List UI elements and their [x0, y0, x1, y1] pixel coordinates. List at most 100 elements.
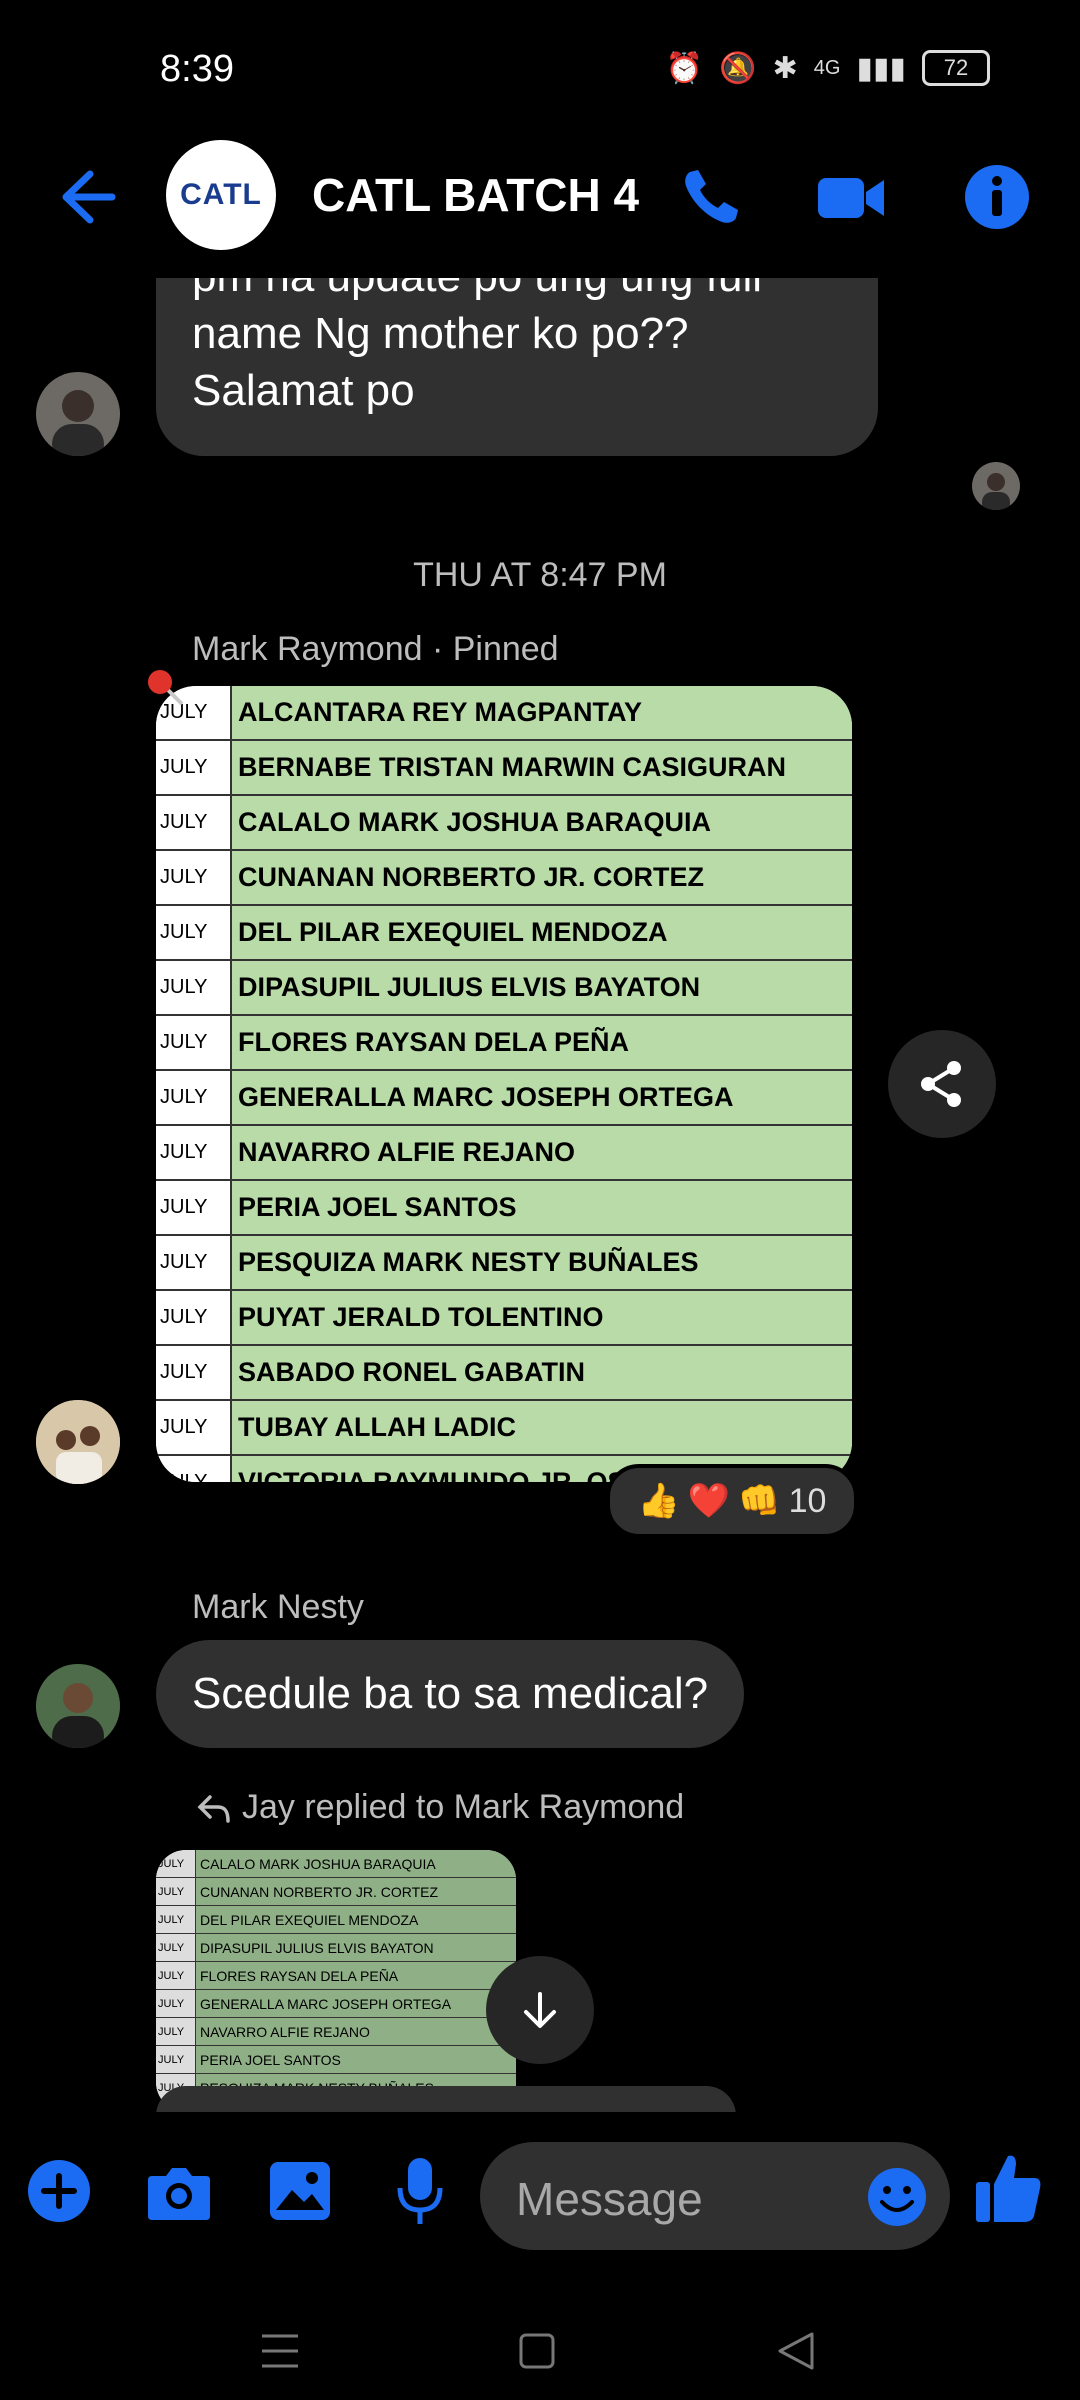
row-month: JULY [156, 2018, 196, 2045]
list-image-row: JULY TUBAY ALLAH LADIC [156, 1401, 852, 1456]
row-name: TUBAY ALLAH LADIC [232, 1401, 852, 1454]
list-image-row: JULY NAVARRO ALFIE REJANO [156, 1126, 852, 1181]
share-button[interactable] [888, 1030, 996, 1138]
row-name: PERIA JOEL SANTOS [232, 1181, 852, 1234]
row-month: JULY [156, 741, 232, 794]
list-image-row: JULY CUNANAN NORBERTO JR. CORTEZ [156, 851, 852, 906]
pin-icon [148, 670, 184, 706]
reply-image[interactable]: JULY CALALO MARK JOSHUA BARAQUIA JULY CUNAN… [156, 1850, 516, 2112]
row-month: JULY [156, 961, 232, 1014]
row-month: JULY [156, 1236, 232, 1289]
list-image-row: JULY PERIA JOEL SANTOS [156, 1181, 852, 1236]
mute-icon: 🔕 [719, 51, 757, 85]
list-image-row: JULY DIPASUPIL JULIUS ELVIS BAYATON [156, 961, 852, 1016]
arrow-down-icon [524, 1992, 556, 2028]
info-icon[interactable] [962, 162, 1032, 232]
row-month: JULY [156, 1401, 232, 1454]
list-image-row: JULY CALALO MARK JOSHUA BARAQUIA [156, 1850, 516, 1878]
message-timestamp: THU AT 8:47 PM [413, 556, 667, 594]
reactions-count: 10 [788, 1481, 827, 1520]
back-nav-icon[interactable] [776, 2330, 816, 2372]
message-bubble[interactable]: Scedule ba to sa medical? [156, 1640, 745, 1748]
plus-icon[interactable] [26, 2158, 92, 2224]
phone-call-icon[interactable] [676, 162, 746, 232]
list-image-row: JULY PUYAT JERALD TOLENTINO [156, 1291, 852, 1346]
row-name: GENERALLA MARC JOSEPH ORTEGA [196, 1990, 516, 2017]
list-image-row: JULY BERNABE TRISTAN MARWIN CASIGURAN [156, 741, 852, 796]
scroll-down-button[interactable] [486, 1956, 594, 2064]
heart-icon: ❤️ [687, 1482, 731, 1520]
row-month: JULY [156, 1071, 232, 1124]
message-input[interactable]: Message [480, 2142, 950, 2250]
read-receipt-avatar [972, 462, 1020, 510]
back-arrow-icon[interactable] [50, 162, 120, 232]
fist-icon: 👊 [738, 1482, 781, 1520]
group-avatar[interactable]: CATL [166, 140, 276, 250]
row-month: JULY [156, 1291, 232, 1344]
row-name: CALALO MARK JOSHUA BARAQUIA [196, 1850, 516, 1877]
reactions-pill[interactable]: 👍 ❤️ 👊 10 [606, 1464, 858, 1538]
row-name: DEL PILAR EXEQUIEL MENDOZA [232, 906, 852, 959]
row-name: DIPASUPIL JULIUS ELVIS BAYATON [196, 1934, 516, 1961]
row-name: FLORES RAYSAN DELA PEÑA [232, 1016, 852, 1069]
row-month: JULY [156, 1990, 196, 2017]
gallery-icon[interactable] [268, 2160, 332, 2222]
list-image-row: JULY SABADO RONEL GABATIN [156, 1346, 852, 1401]
alarm-icon: ⏰ [665, 51, 704, 85]
thumbs-up-icon: 👍 [637, 1482, 680, 1520]
sender-avatar[interactable] [36, 372, 120, 456]
list-image-row: JULY CUNANAN NORBERTO JR. CORTEZ [156, 1878, 516, 1906]
like-icon[interactable] [974, 2152, 1042, 2224]
message-bubble[interactable]: pm na update po ung ung full name Ng mot… [156, 262, 878, 456]
video-call-icon[interactable] [816, 162, 886, 232]
camera-icon[interactable] [146, 2162, 212, 2222]
list-image-row: JULY GENERALLA MARC JOSEPH ORTEGA [156, 1990, 516, 2018]
list-image-row: JULY FLORES RAYSAN DELA PEÑA [156, 1962, 516, 1990]
row-name: CALALO MARK JOSHUA BARAQUIA [232, 796, 852, 849]
pinned-image[interactable]: JULY ALCANTARA REY MAGPANTAY JULY BERNABE T… [156, 686, 852, 1482]
status-icons: ⏰ 🔕 ✱ 4G ▮▮▮ 72 [666, 50, 990, 86]
reply-arrow-icon [197, 1794, 230, 1823]
row-name: DIPASUPIL JULIUS ELVIS BAYATON [232, 961, 852, 1014]
list-image-row: JULY NAVARRO ALFIE REJANO [156, 2018, 516, 2046]
list-image-row: JULY DIPASUPIL JULIUS ELVIS BAYATON [156, 1934, 516, 1962]
list-image-row: JULY GENERALLA MARC JOSEPH ORTEGA [156, 1071, 852, 1126]
reply-label: Jay replied to Mark Raymond [196, 1788, 684, 1827]
pinned-sender-label: Mark Raymond · Pinned [192, 630, 559, 668]
row-name: PESQUIZA MARK NESTY BUÑALES [232, 1236, 852, 1289]
list-image-row: JULY PERIA JOEL SANTOS [156, 2046, 516, 2074]
microphone-icon[interactable] [396, 2156, 444, 2228]
row-month: JULY [156, 1878, 196, 1905]
sender-name: Mark Nesty [192, 1588, 364, 1626]
list-image-row: JULY FLORES RAYSAN DELA PEÑA [156, 1016, 852, 1071]
sender-avatar[interactable] [36, 1664, 120, 1748]
list-image-row: JULY ALCANTARA REY MAGPANTAY [156, 686, 852, 741]
row-month: JULY [156, 1181, 232, 1234]
bluetooth-icon: ✱ [772, 51, 798, 85]
row-name: DEL PILAR EXEQUIEL MENDOZA [196, 1906, 516, 1933]
sender-avatar[interactable] [36, 1400, 120, 1484]
row-month: JULY [156, 1934, 196, 1961]
chat-title[interactable]: CATL BATCH 4 [312, 168, 639, 222]
row-name: GENERALLA MARC JOSEPH ORTEGA [232, 1071, 852, 1124]
row-month: JULY [156, 1906, 196, 1933]
row-name: SABADO RONEL GABATIN [232, 1346, 852, 1399]
home-icon[interactable] [518, 2332, 556, 2370]
list-image-row: JULYPESQUIZA MARK NESTY BUÑALES [156, 1236, 852, 1291]
row-month: JULY [156, 796, 232, 849]
menu-icon[interactable] [260, 2332, 300, 2370]
signal-icon: ▮▮▮ [856, 51, 906, 85]
row-month: JULY [156, 1962, 196, 1989]
network-label: 4G [813, 56, 841, 79]
list-image-row: JULY DEL PILAR EXEQUIEL MENDOZA [156, 1906, 516, 1934]
row-name: ALCANTARA REY MAGPANTAY [232, 686, 852, 739]
message-line: Salamat po [192, 366, 415, 415]
row-name: BERNABE TRISTAN MARWIN CASIGURAN [232, 741, 852, 794]
row-name: CUNANAN NORBERTO JR. CORTEZ [232, 851, 852, 904]
row-month: JULY [156, 1126, 232, 1179]
emoji-icon[interactable] [866, 2166, 928, 2228]
system-nav-bar [0, 2290, 1080, 2400]
list-image-row: JULY CALALO MARK JOSHUA BARAQUIA [156, 796, 852, 851]
message-text: Scedule ba to sa medical? [192, 1669, 709, 1718]
row-month: JULY [156, 1346, 232, 1399]
